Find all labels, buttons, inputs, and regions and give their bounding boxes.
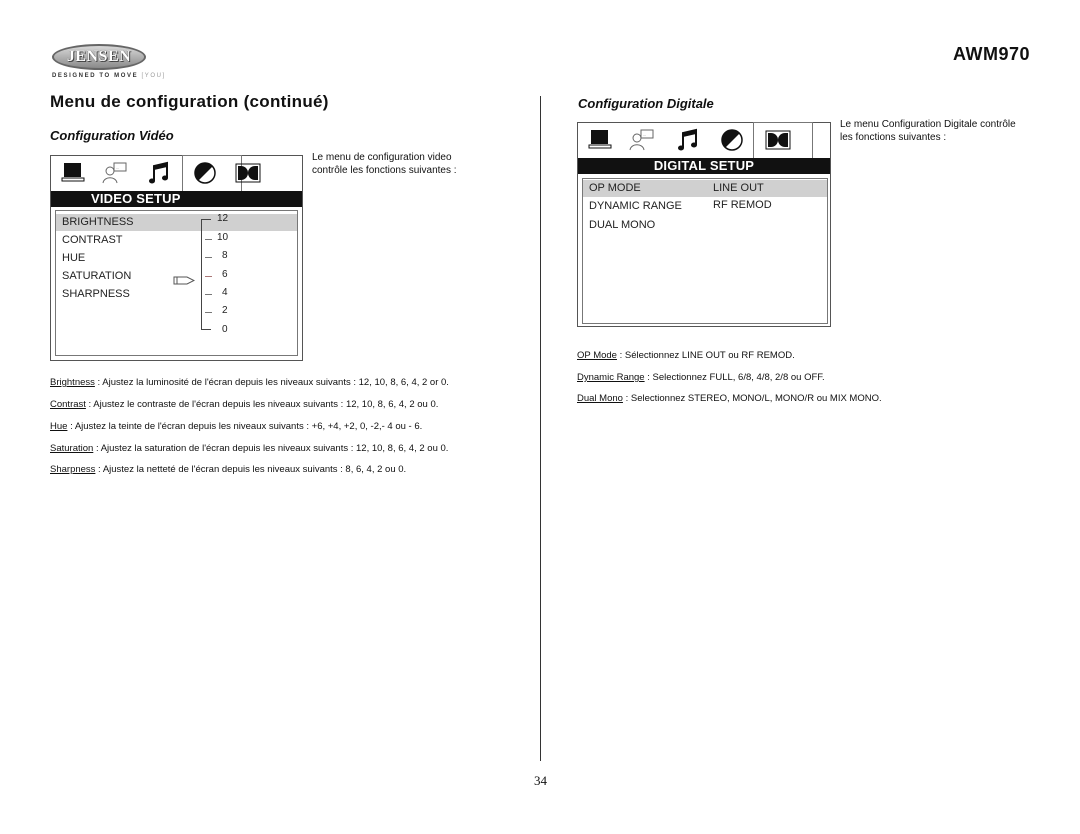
term-saturation: Saturation xyxy=(50,443,94,454)
video-contrast-icon[interactable] xyxy=(718,127,746,153)
digital-setup-screen: ... DIGITAL SETUP OP MODE LINE OUT DYNAM… xyxy=(577,122,831,327)
digital-intro: Le menu Configuration Digitale contrôle … xyxy=(840,118,1016,144)
menu-item-dynamic-range[interactable]: DYNAMIC RANGE RF REMOD xyxy=(583,198,827,215)
column-divider xyxy=(540,96,541,761)
menu-item-brightness[interactable]: BRIGHTNESS xyxy=(56,214,297,231)
term-op-mode: OP Mode xyxy=(577,350,617,361)
language-person-icon[interactable]: ... xyxy=(101,160,129,186)
music-note-icon[interactable] xyxy=(145,160,173,186)
jensen-logo: JENSEN xyxy=(52,44,146,70)
desc-text: : Ajustez la netteté de l'écran depuis l… xyxy=(95,464,407,475)
video-subhead: Configuration Vidéo xyxy=(50,128,174,143)
scale-tick xyxy=(205,276,212,277)
digital-setup-bar: DIGITAL SETUP xyxy=(578,158,830,174)
tagline-suffix: [YOU] xyxy=(141,73,166,79)
desc-hue: Hue : Ajustez la teinte de l'écran depui… xyxy=(50,421,422,432)
menu-item-dual-mono[interactable]: DUAL MONO xyxy=(583,217,827,234)
menu-item-hue[interactable]: HUE xyxy=(56,250,297,267)
digital-intro-line2: les fonctions suivantes : xyxy=(840,132,947,143)
monitor-icon[interactable] xyxy=(586,127,614,153)
term-hue: Hue xyxy=(50,421,68,432)
video-intro-line2: contrôle les fonctions suivantes : xyxy=(312,165,457,176)
model-number: AWM970 xyxy=(952,44,1030,64)
scale-label: 8 xyxy=(222,250,228,261)
option-rf-remod[interactable]: RF REMOD xyxy=(713,197,772,214)
desc-text: : Ajustez la luminosité de l'écran depui… xyxy=(94,377,449,388)
pointer-arrow-icon xyxy=(173,272,196,290)
menu-item-op-mode[interactable]: OP MODE LINE OUT xyxy=(583,180,827,197)
scale-label: 6 xyxy=(222,269,228,280)
desc-contrast: Contrast : Ajustez le contraste de l'écr… xyxy=(50,399,438,410)
scale-tick xyxy=(205,239,212,240)
dolby-digital-icon[interactable] xyxy=(764,127,792,153)
scale-label: 0 xyxy=(222,324,228,335)
desc-text: : Ajustez la teinte de l'écran depuis le… xyxy=(67,421,423,432)
monitor-icon[interactable] xyxy=(59,160,87,186)
term-dual-mono: Dual Mono xyxy=(577,393,623,404)
language-person-icon[interactable]: ... xyxy=(628,127,656,153)
video-intro-line1: Le menu de configuration video xyxy=(312,152,452,163)
menu-item-label: OP MODE xyxy=(589,182,641,194)
scale-bottom-cap xyxy=(201,329,211,330)
video-menu-list: BRIGHTNESS CONTRAST HUE SATURATION SHARP… xyxy=(55,210,298,356)
video-contrast-icon[interactable] xyxy=(191,160,219,186)
svg-text:...: ... xyxy=(643,132,646,137)
digital-menu-list: OP MODE LINE OUT DYNAMIC RANGE RF REMOD … xyxy=(582,178,828,324)
scale-label: 4 xyxy=(222,287,228,298)
desc-saturation: Saturation : Ajustez la saturation de l'… xyxy=(50,443,448,454)
desc-dynamic-range: Dynamic Range : Selectionnez FULL, 6/8, … xyxy=(577,372,825,383)
svg-text:...: ... xyxy=(116,165,119,170)
video-setup-screen: ... VIDEO SETUP BRIGHTNESS CONTRAST HUE … xyxy=(50,155,303,361)
term-contrast: Contrast xyxy=(50,399,86,410)
page-number: 34 xyxy=(534,773,547,788)
digital-icon-row: ... xyxy=(578,122,830,158)
term-sharpness: Sharpness xyxy=(50,464,96,475)
desc-text: : Selectionnez STEREO, MONO/L, MONO/R ou… xyxy=(622,393,882,404)
menu-item-label: DYNAMIC RANGE xyxy=(589,200,682,212)
scale-tick xyxy=(205,257,212,258)
term-brightness: Brightness xyxy=(50,377,95,388)
page-title: Menu de configuration (continué) xyxy=(50,92,329,111)
video-setup-bar: VIDEO SETUP xyxy=(51,191,302,207)
scale-label: 2 xyxy=(222,305,228,316)
music-note-icon[interactable] xyxy=(674,127,702,153)
scale-top-cap xyxy=(201,219,211,220)
scale-tick xyxy=(205,312,212,313)
logo-tagline: DESIGNED TO MOVE [YOU] xyxy=(52,73,166,79)
logo-text: JENSEN xyxy=(66,48,132,65)
desc-text: : Selectionnez FULL, 6/8, 4/8, 2/8 ou OF… xyxy=(644,372,825,383)
video-intro: Le menu de configuration video contrôle … xyxy=(312,151,457,177)
scale-tick xyxy=(205,294,212,295)
digital-subhead: Configuration Digitale xyxy=(578,96,714,111)
option-line-out[interactable]: LINE OUT xyxy=(713,180,764,197)
digital-intro-line1: Le menu Configuration Digitale contrôle xyxy=(840,119,1016,130)
desc-dual-mono: Dual Mono : Selectionnez STEREO, MONO/L,… xyxy=(577,393,882,404)
term-dynamic-range: Dynamic Range xyxy=(577,372,645,383)
video-icon-row: ... xyxy=(51,155,302,191)
digital-setup-label: DIGITAL SETUP xyxy=(653,158,755,173)
video-setup-label: VIDEO SETUP xyxy=(91,191,181,206)
desc-op-mode: OP Mode : Sélectionnez LINE OUT ou RF RE… xyxy=(577,350,795,361)
scale-label: 12 xyxy=(217,213,229,224)
scale-axis xyxy=(201,219,202,330)
desc-text: : Ajustez le contraste de l'écran depuis… xyxy=(85,399,439,410)
desc-text: : Sélectionnez LINE OUT ou RF REMOD. xyxy=(616,350,795,361)
desc-text: : Ajustez la saturation de l'écran depui… xyxy=(93,443,449,454)
scale-label: 10 xyxy=(217,232,229,243)
desc-brightness: Brightness : Ajustez la luminosité de l'… xyxy=(50,377,449,388)
dolby-digital-icon[interactable] xyxy=(234,160,262,186)
desc-sharpness: Sharpness : Ajustez la netteté de l'écra… xyxy=(50,464,406,475)
menu-item-contrast[interactable]: CONTRAST xyxy=(56,232,297,249)
tagline-text: DESIGNED TO MOVE xyxy=(52,73,139,79)
